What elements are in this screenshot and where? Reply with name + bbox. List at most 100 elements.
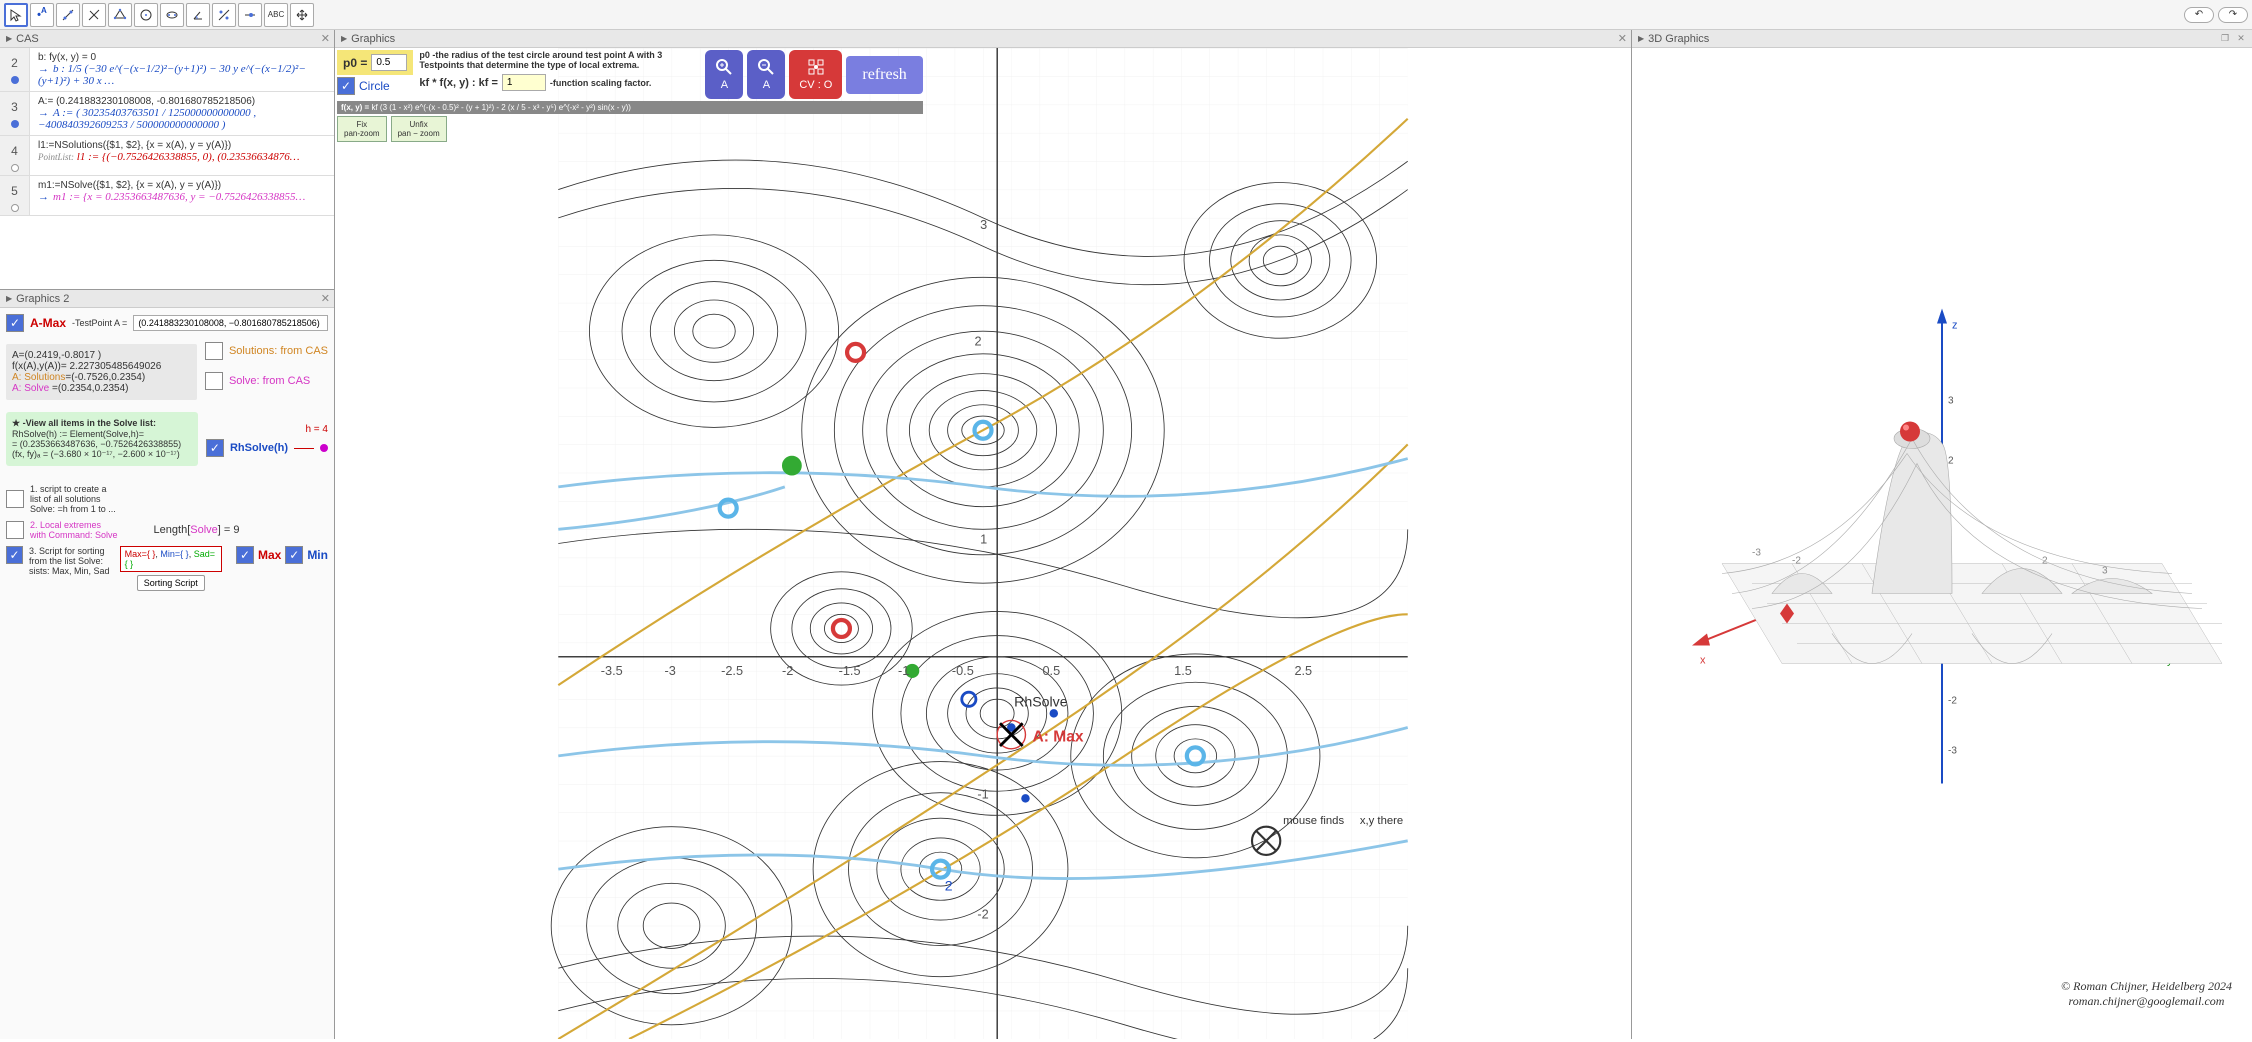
cas-header[interactable]: ▶ CAS ✕	[0, 30, 334, 48]
graphics2-header[interactable]: ▶ Graphics 2 ✕	[0, 290, 334, 308]
cas-input: m1:=NSolve({$1, $2}, {x = x(A), y = y(A)…	[38, 180, 326, 191]
kf-input[interactable]	[502, 74, 546, 91]
testpoint-input[interactable]	[133, 315, 328, 331]
svg-text:-1: -1	[977, 786, 988, 801]
svg-text:3: 3	[2102, 566, 2108, 577]
cas-title: CAS	[16, 33, 39, 45]
script2-checkbox[interactable]	[6, 521, 24, 539]
cas-row[interactable]: 4 l1:=NSolutions({$1, $2}, {x = x(A), y …	[0, 136, 334, 176]
p0-description: p0 -the radius of the test circle around…	[419, 50, 699, 70]
graphics2-title: Graphics 2	[16, 293, 69, 305]
color-legend: Max={ }, Min={ }, Sad={ }	[120, 546, 222, 572]
svg-text:0.5: 0.5	[1042, 663, 1060, 678]
sorting-script-button[interactable]: Sorting Script	[137, 575, 205, 591]
svg-text:-3: -3	[1948, 746, 1957, 757]
cas-row[interactable]: 5 m1:=NSolve({$1, $2}, {x = x(A), y = y(…	[0, 176, 334, 216]
tool-text[interactable]: ABC	[264, 3, 288, 27]
svg-text:2: 2	[975, 333, 982, 348]
kf-label: kf * f(x, y) : kf =	[419, 77, 498, 89]
redo-button[interactable]: ↷	[2218, 7, 2248, 23]
graphics-close-icon[interactable]: ✕	[1618, 32, 1627, 45]
solutions-cas-checkbox[interactable]	[205, 342, 223, 360]
tool-polygon[interactable]	[108, 3, 132, 27]
svg-text:3: 3	[1948, 396, 1954, 407]
unfix-panzoom-button[interactable]: Unfix pan − zoom	[391, 116, 447, 142]
undo-button[interactable]: ↶	[2184, 7, 2214, 23]
triangle-icon: ▶	[341, 34, 347, 43]
circle-checkbox[interactable]	[337, 77, 355, 95]
amax-checkbox[interactable]	[6, 314, 24, 332]
cas-row[interactable]: 3 A:= (0.241883230108008, -0.80168078521…	[0, 92, 334, 136]
svg-text:RhSolve: RhSolve	[1014, 693, 1068, 709]
svg-text:-2: -2	[1792, 556, 1801, 567]
solve-cas-checkbox[interactable]	[205, 372, 223, 390]
tool-point[interactable]: •A	[30, 3, 54, 27]
h-slider[interactable]	[294, 448, 314, 449]
d3-title: 3D Graphics	[1648, 33, 1709, 45]
tool-move[interactable]	[4, 3, 28, 27]
green-info-box: ★ -View all items in the Solve list: RhS…	[6, 412, 198, 466]
rhsolve-label: RhSolve(h)	[230, 442, 288, 454]
min-checkbox[interactable]	[285, 546, 303, 564]
tool-translate-view[interactable]	[290, 3, 314, 27]
min-label: Min	[307, 548, 328, 562]
zoom-in-a-button[interactable]: A	[705, 50, 743, 99]
svg-text:x: x	[1700, 655, 1706, 667]
testpoint-label: -TestPoint A =	[72, 318, 127, 328]
tool-ellipse[interactable]	[160, 3, 184, 27]
graphics2-close-icon[interactable]: ✕	[321, 292, 330, 305]
refresh-button[interactable]: refresh	[846, 56, 922, 94]
script3-label: 3. Script for sorting from the list Solv…	[29, 546, 114, 576]
script2-label: 2. Local extremes with Command: Solve	[30, 520, 118, 540]
script1-checkbox[interactable]	[6, 490, 24, 508]
cas-close-icon[interactable]: ✕	[321, 32, 330, 45]
function-display: f(x, y) = kf (3 (1 - x²) e^(-(x - 0.5)² …	[337, 101, 923, 114]
graphics2-panel: ▶ Graphics 2 ✕ A-Max -TestPoint A = A=(0…	[0, 290, 334, 1039]
svg-text:-2: -2	[1948, 696, 1957, 707]
d3-header[interactable]: ▶ 3D Graphics ❐ ✕	[1632, 30, 2252, 48]
d3-close-icon[interactable]: ✕	[2234, 31, 2248, 45]
triangle-icon: ▶	[6, 294, 12, 303]
svg-text:-2: -2	[782, 663, 793, 678]
tool-line[interactable]	[56, 3, 80, 27]
svg-text:A: Max: A: Max	[1033, 729, 1084, 746]
max-label: Max	[258, 548, 281, 562]
triangle-icon: ▶	[6, 34, 12, 43]
tool-angle[interactable]	[186, 3, 210, 27]
fix-panzoom-button[interactable]: Fix pan-zoom	[337, 116, 387, 142]
d3-undock-icon[interactable]: ❐	[2218, 31, 2232, 45]
graphics-canvas[interactable]: p0 = Circle p0 -the radius of the test c…	[335, 48, 1631, 1039]
solutions-cas-label: Solutions: from CAS	[229, 345, 328, 357]
cas-input: b: fy(x, y) = 0	[38, 52, 326, 63]
credit: © Roman Chijner, Heidelberg 2024 roman.c…	[2061, 979, 2232, 1009]
svg-text:-1: -1	[898, 663, 909, 678]
svg-text:-2.5: -2.5	[721, 663, 743, 678]
svg-text:2: 2	[1948, 456, 1954, 467]
rhsolve-checkbox[interactable]	[206, 439, 224, 457]
svg-text:2: 2	[945, 877, 953, 893]
tool-reflect[interactable]	[212, 3, 236, 27]
graphics-header[interactable]: ▶ Graphics ✕	[335, 30, 1631, 48]
script3-checkbox[interactable]	[6, 546, 23, 564]
main-toolbar: •A ABC ↶ ↷	[0, 0, 2252, 30]
svg-text:z: z	[1952, 320, 1958, 332]
svg-text:-2: -2	[977, 907, 988, 922]
svg-text:1.5: 1.5	[1174, 663, 1192, 678]
cv-o-button[interactable]: CV : O	[789, 50, 842, 99]
contour-plot: 2 A: Max RhSolve mouse finds x,y there	[335, 48, 1631, 1039]
triangle-icon: ▶	[1638, 34, 1644, 43]
tool-circle[interactable]	[134, 3, 158, 27]
kf-description: -function scaling factor.	[550, 78, 652, 88]
tool-perpendicular[interactable]	[82, 3, 106, 27]
tool-slider[interactable]	[238, 3, 262, 27]
circle-label: Circle	[359, 79, 390, 93]
length-solve: Length[Solve] = 9	[154, 524, 240, 536]
d3-canvas[interactable]: z x y	[1632, 48, 2252, 1039]
svg-text:-1.5: -1.5	[839, 663, 861, 678]
svg-text:3: 3	[980, 217, 987, 232]
p0-input[interactable]	[371, 54, 407, 71]
cas-row[interactable]: 2 b: fy(x, y) = 0 →b : 1/5 (−30 e^(−(x−1…	[0, 48, 334, 92]
max-checkbox[interactable]	[236, 546, 254, 564]
zoom-out-a-button[interactable]: A	[747, 50, 785, 99]
graphics-title: Graphics	[351, 33, 395, 45]
